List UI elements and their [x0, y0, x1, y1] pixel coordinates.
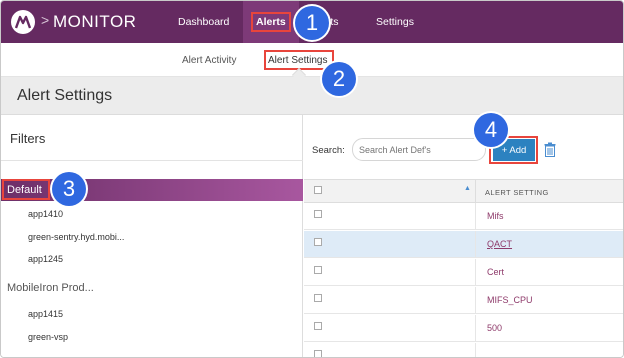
- filters-divider: [1, 160, 303, 161]
- filter-item[interactable]: app1415: [28, 309, 63, 319]
- page-header: Alert Settings: [1, 77, 623, 115]
- alert-settings-panel: Search: + Add ▲ ALERT SETTING Mifs: [304, 115, 623, 357]
- step-badge-4: 4: [474, 113, 508, 147]
- table-row[interactable]: Mifs: [304, 203, 623, 230]
- nav-dashboard[interactable]: Dashboard: [178, 16, 229, 28]
- column-divider: [475, 259, 476, 286]
- nav-settings[interactable]: Settings: [376, 16, 414, 28]
- select-all-checkbox[interactable]: [314, 186, 322, 194]
- highlight-default: [2, 179, 50, 200]
- alert-setting-name[interactable]: QACT: [487, 239, 512, 249]
- tab-alert-activity[interactable]: Alert Activity: [182, 55, 236, 66]
- alert-setting-name[interactable]: 500: [487, 323, 502, 333]
- app-window: > MONITOR Dashboard Alerts orts Settings…: [0, 0, 624, 358]
- alert-setting-name[interactable]: Cert: [487, 267, 504, 277]
- filter-item[interactable]: app1410: [28, 209, 63, 219]
- search-input[interactable]: [352, 138, 486, 161]
- row-checkbox[interactable]: [314, 266, 322, 274]
- step-badge-3: 3: [52, 172, 86, 206]
- row-checkbox[interactable]: [314, 238, 322, 246]
- column-divider: [475, 180, 476, 204]
- filter-item[interactable]: app1245: [28, 254, 63, 264]
- table-row[interactable]: MIFS_CPU: [304, 287, 623, 314]
- column-header-alert-setting[interactable]: ALERT SETTING: [485, 188, 549, 197]
- table-header: ▲ ALERT SETTING: [304, 179, 623, 204]
- filters-panel: Filters Default app1410 green-sentry.hyd…: [1, 115, 303, 357]
- column-divider: [475, 315, 476, 342]
- row-checkbox[interactable]: [314, 350, 322, 357]
- table-row[interactable]: 500: [304, 315, 623, 342]
- filter-group-mobileiron[interactable]: MobileIron Prod...: [7, 282, 94, 294]
- filter-item[interactable]: green-sentry.hyd.mobi...: [28, 232, 124, 242]
- table-row[interactable]: [304, 343, 623, 357]
- column-divider: [475, 203, 476, 230]
- row-checkbox[interactable]: [314, 322, 322, 330]
- alert-setting-name[interactable]: MIFS_CPU: [487, 295, 533, 305]
- sub-nav: Alert Activity Alert Settings: [1, 43, 623, 77]
- column-divider: [475, 287, 476, 314]
- table-row[interactable]: Cert: [304, 259, 623, 286]
- step-badge-1: 1: [295, 6, 329, 40]
- alert-setting-name[interactable]: Mifs: [487, 211, 504, 221]
- brand-title: MONITOR: [53, 12, 137, 31]
- breadcrumb-chevron: >: [41, 12, 50, 28]
- sort-asc-icon[interactable]: ▲: [464, 185, 471, 192]
- row-checkbox[interactable]: [314, 294, 322, 302]
- table-row[interactable]: QACT: [304, 231, 623, 258]
- page-title: Alert Settings: [17, 87, 113, 104]
- filters-title: Filters: [10, 131, 46, 146]
- trash-icon[interactable]: [544, 142, 556, 162]
- search-label: Search:: [312, 145, 345, 156]
- column-divider: [475, 231, 476, 258]
- filter-item[interactable]: green-vsp: [28, 332, 68, 342]
- row-checkbox[interactable]: [314, 210, 322, 218]
- logo-icon: [11, 10, 35, 34]
- highlight-alerts: [251, 12, 291, 32]
- step-badge-2: 2: [322, 62, 356, 96]
- column-divider: [475, 343, 476, 357]
